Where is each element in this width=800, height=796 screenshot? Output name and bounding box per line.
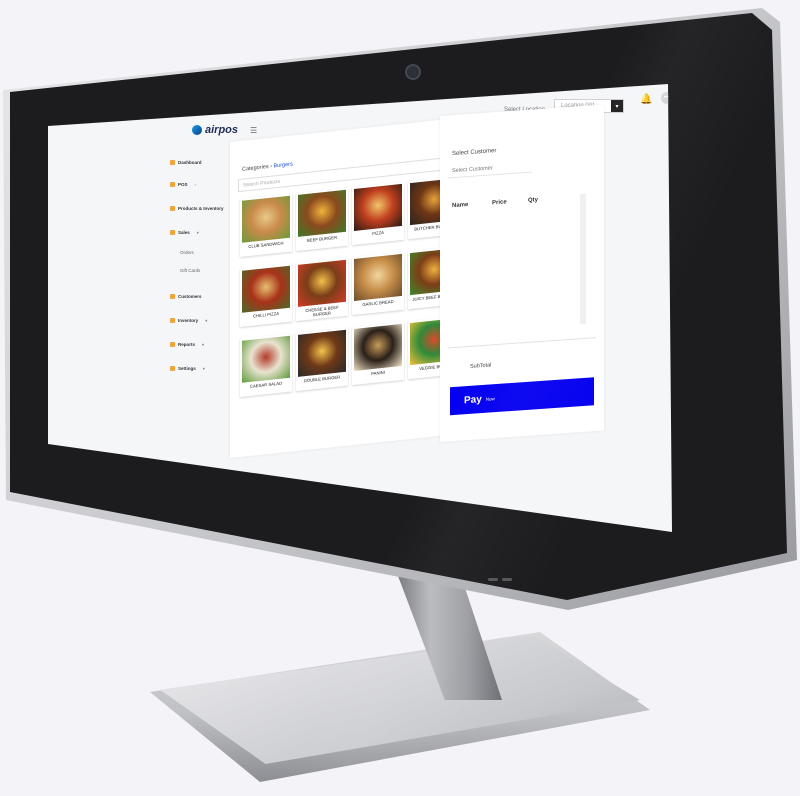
sidebar-item-customers[interactable]: Customers (170, 294, 202, 299)
product-image (298, 329, 346, 377)
customers-icon (170, 294, 175, 299)
chevron-right-icon: › (194, 182, 196, 187)
subtotal-label: SubTotal (470, 362, 492, 370)
bell-icon[interactable]: 🔔 (640, 94, 652, 105)
chevron-down-icon: ▾ (202, 342, 205, 347)
logo: airpos (192, 124, 238, 136)
product-image (298, 259, 346, 307)
inventory-icon (170, 318, 175, 323)
sidebar-item-label: Sales (178, 230, 190, 235)
dashboard-icon (170, 160, 175, 165)
settings-icon (170, 366, 175, 371)
pos-icon (170, 182, 175, 187)
column-price: Price (492, 199, 507, 207)
sidebar-item-dashboard[interactable]: Dashboard (170, 160, 202, 165)
sidebar-item-inventory[interactable]: Inventory ▾ (170, 318, 207, 323)
chevron-down-icon: ▾ (202, 366, 205, 371)
sales-icon (170, 230, 175, 235)
sidebar-item-label: Customers (178, 294, 202, 299)
category-link[interactable]: Burgers (274, 161, 293, 169)
product-card[interactable]: CHEESE & BEEF BURGER (296, 257, 348, 322)
pay-label: Pay (464, 393, 482, 406)
product-image (354, 253, 402, 301)
breadcrumb: Categories › Burgers (242, 161, 293, 172)
product-card[interactable]: BEEF BURGER (296, 187, 348, 252)
sidebar-item-reports[interactable]: Reports ▾ (170, 342, 204, 347)
pay-button[interactable]: Pay Now (450, 377, 594, 416)
sidebar-item-label: Settings (178, 366, 196, 371)
customer-select[interactable]: Select Customer (448, 159, 532, 179)
product-card[interactable]: PIZZA (352, 181, 404, 246)
product-card[interactable]: GARLIC BREAD (352, 251, 404, 316)
column-qty: Qty (528, 197, 539, 204)
column-name: Name (452, 202, 469, 210)
product-card[interactable]: CAESAR SALAD (240, 333, 292, 397)
category-label: Categories › (242, 163, 272, 173)
reports-icon (170, 342, 175, 347)
sidebar-item-settings[interactable]: Settings ▾ (170, 366, 205, 371)
product-photo: Select Location Location 001 ▾ 🔔 ••• air… (0, 0, 800, 796)
product-card[interactable]: DOUBLE BURGER (296, 327, 348, 392)
sidebar-item-label: Products & Inventory (178, 206, 224, 211)
divider (448, 337, 596, 349)
product-image (354, 323, 402, 371)
product-card[interactable]: CLUB SANDWICH (240, 193, 292, 257)
products-icon (170, 206, 175, 211)
sidebar-subitem-gift-cards[interactable]: Gift Cards (180, 268, 200, 273)
sidebar-item-pos[interactable]: POS › (170, 182, 196, 187)
product-image (242, 195, 290, 243)
sidebar-item-label: Inventory (178, 318, 199, 323)
airpos-logo-icon (192, 125, 202, 135)
customer-label: Select Customer (452, 148, 497, 158)
product-image (242, 335, 290, 383)
camera-icon (405, 64, 421, 80)
sidebar-item-sales[interactable]: Sales ▾ (170, 230, 199, 235)
sidebar-subitem-orders[interactable]: Orders (180, 250, 194, 255)
chevron-down-icon: ▾ (611, 100, 623, 112)
menu-icon[interactable]: ☰ (250, 126, 257, 135)
pay-sublabel: Now (485, 395, 495, 402)
chevron-down-icon: ▾ (205, 318, 208, 323)
sidebar-item-label: Dashboard (178, 160, 202, 165)
chevron-down-icon: ▾ (196, 230, 199, 235)
sidebar-item-label: Reports (178, 342, 196, 347)
product-card[interactable]: PANINI (352, 321, 404, 386)
product-image (242, 265, 290, 313)
logo-text: airpos (205, 124, 239, 136)
cart-panel: Select Customer Select Customer Name Pri… (440, 104, 604, 442)
product-image (298, 189, 346, 237)
status-leds (488, 578, 512, 581)
cart-scrollbar[interactable] (580, 193, 586, 325)
sidebar-item-label: POS (178, 182, 188, 187)
product-image (354, 183, 402, 231)
sidebar-item-products[interactable]: Products & Inventory▾ (170, 206, 233, 211)
product-card[interactable]: CHILLI PIZZA (240, 263, 292, 327)
